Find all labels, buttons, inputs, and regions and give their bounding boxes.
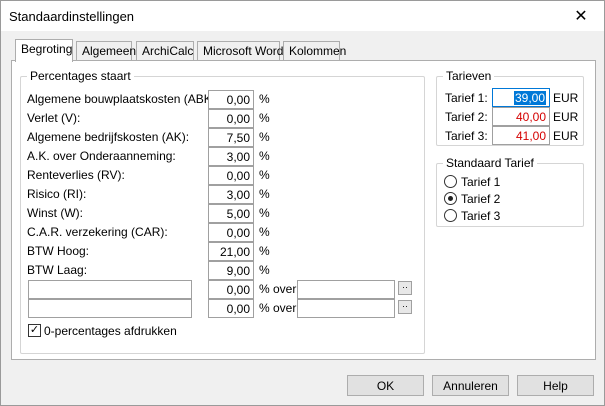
- tab-algemeen[interactable]: Algemeen: [76, 41, 136, 61]
- print-zero-checkbox[interactable]: ✓: [28, 324, 41, 337]
- close-icon[interactable]: ✕: [558, 1, 604, 31]
- tarief-3-label: Tarief 3:: [445, 129, 488, 143]
- radio-tarief-3[interactable]: [444, 209, 457, 222]
- percentages-group: Percentages staart Algemene bouwplaatsko…: [20, 69, 425, 354]
- custom-1-over-label: % over: [259, 282, 297, 296]
- ak-onderaanneming-label: A.K. over Onderaanneming:: [27, 149, 176, 163]
- custom-2-value-input[interactable]: 0,00: [208, 299, 254, 318]
- btw-laag-input[interactable]: 9,00: [208, 261, 254, 280]
- standaard-tarief-group: Standaard Tarief Tarief 1 Tarief 2 Tarie…: [436, 156, 584, 227]
- radio-tarief-1[interactable]: [444, 175, 457, 188]
- window-title: Standaardinstellingen: [9, 9, 135, 24]
- tab-kolommen[interactable]: Kolommen: [283, 41, 346, 61]
- verlet-input[interactable]: 0,00: [208, 109, 254, 128]
- custom-2-name-input[interactable]: [28, 299, 192, 318]
- ak-input[interactable]: 7,50: [208, 128, 254, 147]
- percentages-group-title: Percentages staart: [27, 69, 134, 83]
- renteverlies-input[interactable]: 0,00: [208, 166, 254, 185]
- tarief-2-currency: EUR: [553, 110, 579, 124]
- custom-1-browse-button[interactable]: ··: [398, 281, 412, 295]
- abk-unit: %: [259, 92, 270, 106]
- cancel-button[interactable]: Annuleren: [432, 375, 509, 396]
- car-label: C.A.R. verzekering (CAR):: [27, 225, 168, 239]
- custom-1-over-input[interactable]: [297, 280, 395, 299]
- standaard-tarief-group-title: Standaard Tarief: [443, 156, 537, 170]
- winst-label: Winst (W):: [27, 206, 83, 220]
- tarief-3-input[interactable]: 41,00: [492, 126, 550, 145]
- custom-2-over-label: % over: [259, 301, 297, 315]
- tarief-1-currency: EUR: [553, 91, 579, 105]
- winst-input[interactable]: 5,00: [208, 204, 254, 223]
- radio-tarief-3-label: Tarief 3: [461, 209, 501, 223]
- renteverlies-unit: %: [259, 168, 270, 182]
- renteverlies-label: Renteverlies (RV):: [27, 168, 125, 182]
- ok-button[interactable]: OK: [347, 375, 424, 396]
- tarieven-group: Tarieven Tarief 1: 39,00 EUR Tarief 2: 4…: [436, 69, 584, 146]
- verlet-label: Verlet (V):: [27, 111, 81, 125]
- tarieven-group-title: Tarieven: [443, 69, 495, 83]
- radio-tarief-2[interactable]: [444, 192, 457, 205]
- btw-hoog-label: BTW Hoog:: [27, 244, 90, 258]
- ak-onderaanneming-unit: %: [259, 149, 270, 163]
- tarief-2-input[interactable]: 40,00: [492, 107, 550, 126]
- tab-begroting[interactable]: Begroting: [15, 39, 73, 62]
- dialog-window: Standaardinstellingen ✕ Begroting Algeme…: [0, 0, 605, 406]
- tab-panel-begroting: Percentages staart Algemene bouwplaatsko…: [11, 60, 596, 360]
- tab-archicalc[interactable]: ArchiCalc: [136, 41, 194, 61]
- custom-2-browse-button[interactable]: ··: [398, 300, 412, 314]
- title-bar: Standaardinstellingen ✕: [1, 1, 604, 31]
- risico-label: Risico (RI):: [27, 187, 87, 201]
- abk-input[interactable]: 0,00: [208, 90, 254, 109]
- btw-hoog-input[interactable]: 21,00: [208, 242, 254, 261]
- help-button[interactable]: Help: [517, 375, 594, 396]
- winst-unit: %: [259, 206, 270, 220]
- btw-laag-unit: %: [259, 263, 270, 277]
- ak-unit: %: [259, 130, 270, 144]
- custom-1-name-input[interactable]: [28, 280, 192, 299]
- car-unit: %: [259, 225, 270, 239]
- custom-1-value-input[interactable]: 0,00: [208, 280, 254, 299]
- tarief-1-input[interactable]: 39,00: [492, 88, 550, 107]
- radio-tarief-2-label: Tarief 2: [461, 192, 501, 206]
- tab-microsoft-word[interactable]: Microsoft Word: [197, 41, 283, 61]
- custom-2-over-input[interactable]: [297, 299, 395, 318]
- ak-label: Algemene bedrijfskosten (AK):: [27, 130, 190, 144]
- abk-label: Algemene bouwplaatskosten (ABK):: [27, 92, 220, 106]
- tarief-3-currency: EUR: [553, 129, 579, 143]
- btw-hoog-unit: %: [259, 244, 270, 258]
- verlet-unit: %: [259, 111, 270, 125]
- ak-onderaanneming-input[interactable]: 3,00: [208, 147, 254, 166]
- btw-laag-label: BTW Laag:: [27, 263, 88, 277]
- tarief-1-value: 39,00: [513, 91, 546, 105]
- risico-input[interactable]: 3,00: [208, 185, 254, 204]
- car-input[interactable]: 0,00: [208, 223, 254, 242]
- risico-unit: %: [259, 187, 270, 201]
- tarief-2-label: Tarief 2:: [445, 110, 488, 124]
- tarief-1-label: Tarief 1:: [445, 91, 488, 105]
- print-zero-label: 0-percentages afdrukken: [44, 324, 177, 338]
- radio-tarief-1-label: Tarief 1: [461, 175, 501, 189]
